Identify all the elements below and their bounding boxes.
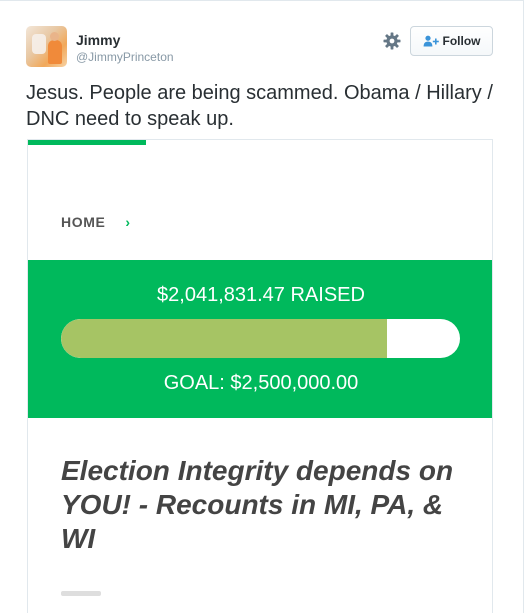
breadcrumb-home[interactable]: HOME: [61, 214, 105, 230]
avatar-shape: [48, 40, 62, 64]
link-card[interactable]: HOME › $2,041,831.47 RAISED GOAL: $2,500…: [27, 139, 493, 613]
add-user-icon: [423, 35, 439, 47]
follow-button[interactable]: Follow: [410, 26, 493, 56]
top-divider: [0, 0, 524, 1]
fundraiser-panel: $2,041,831.47 RAISED GOAL: $2,500,000.00: [28, 260, 492, 418]
avatar-shape: [50, 32, 59, 41]
user-handle[interactable]: @JimmyPrinceton: [76, 50, 174, 64]
user-name[interactable]: Jimmy: [76, 32, 120, 48]
avatar-shape: [32, 34, 46, 54]
card-accent-bar: [28, 140, 146, 145]
goal-amount: GOAL: $2,500,000.00: [163, 372, 359, 394]
progress-bar: [61, 319, 460, 358]
raised-amount: $2,041,831.47 RAISED: [157, 284, 365, 306]
breadcrumb: HOME ›: [61, 214, 131, 230]
chevron-right-icon: ›: [125, 214, 131, 230]
avatar[interactable]: [26, 26, 67, 67]
gear-icon[interactable]: [382, 31, 402, 51]
campaign-headline[interactable]: Election Integrity depends on YOU! - Rec…: [61, 454, 461, 556]
progress-bar-fill: [61, 319, 387, 358]
card-footer-mark: [61, 591, 101, 596]
follow-label: Follow: [442, 34, 481, 48]
tweet-text: Jesus. People are being scammed. Obama /…: [26, 82, 493, 130]
